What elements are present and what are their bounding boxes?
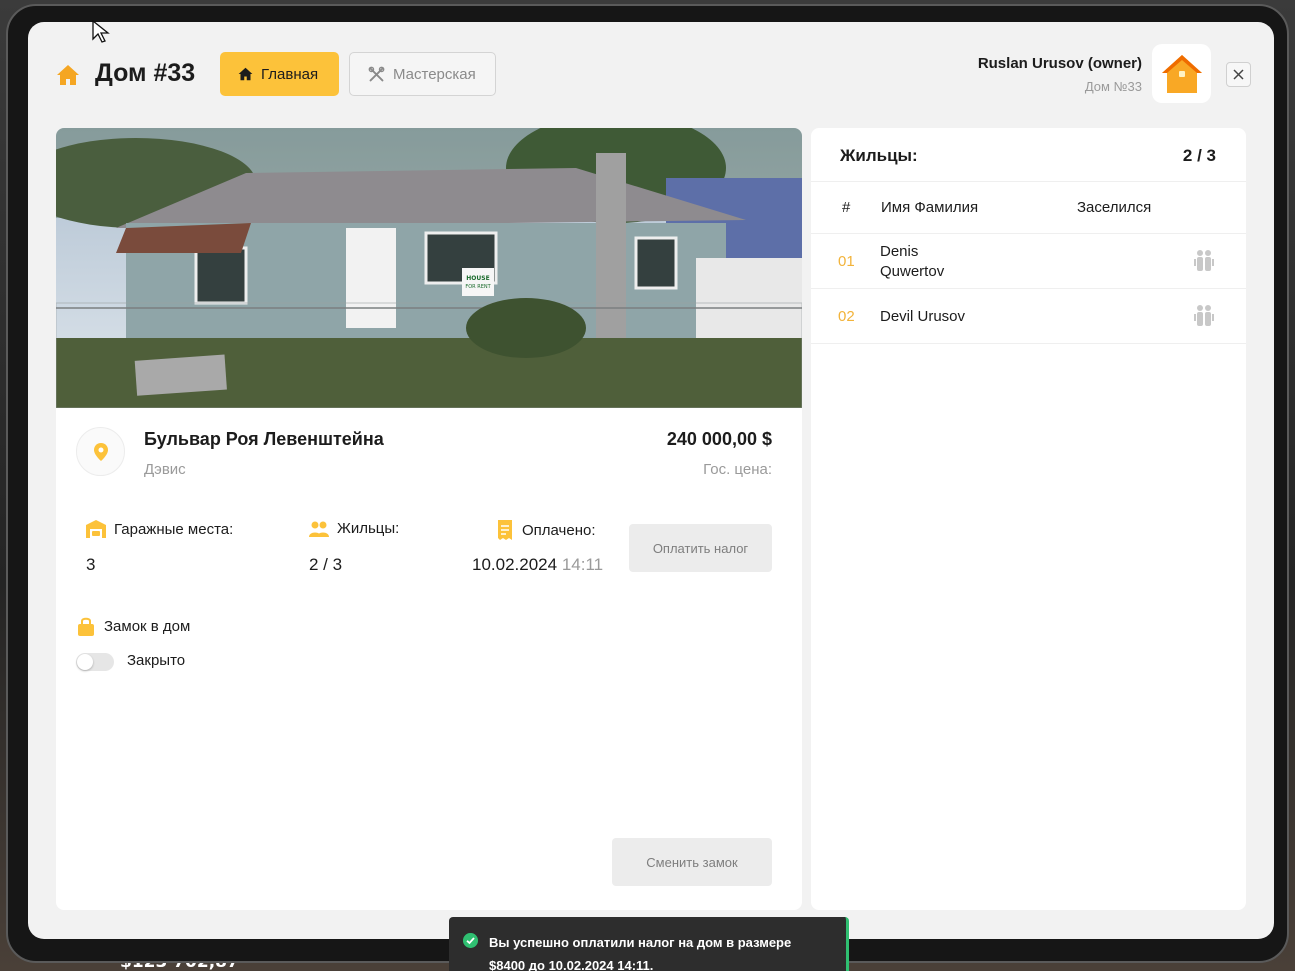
owner-house-number: Дом №33 [1084,79,1142,94]
garage-icon [86,520,106,538]
paid-date: 10.02.2024 [472,555,558,574]
change-lock-button[interactable]: Сменить замок [612,838,772,886]
tab-workshop-label: Мастерская [393,65,476,83]
residents-value: 2 / 3 [309,555,343,574]
avatar [1152,44,1211,103]
col-moved-in: Заселился [1077,199,1152,216]
resident-full-name: Devil Urusov [880,308,966,325]
receipt-icon [498,520,512,540]
house-price: 240 000,00 $ [666,429,772,449]
paid-label-text: Оплачено: [522,521,596,539]
toast-line-1: Вы успешно оплатили налог на дом в разме… [489,935,792,950]
toast-line-2: $8400 до 10.02.2024 14:11. [489,958,654,971]
residents-stat-label: Жильцы: [309,520,399,537]
resident-first-name: Denis [880,243,919,260]
page-title: Дом #33 [95,59,196,87]
evict-icon[interactable] [1192,249,1216,273]
people-icon [309,521,329,537]
paid-time: 14:11 [561,555,604,574]
location-marker [76,427,125,476]
price-label: Гос. цена: [703,461,772,478]
table-row: 02 Devil Urusov [811,289,1246,344]
residents-label-text: Жильцы: [337,520,400,537]
success-toast: Вы успешно оплатили налог на дом в разме… [449,917,849,971]
resident-number: 01 [838,253,855,270]
resident-name: Denis Quwertov [880,242,944,282]
paid-stat-label: Оплачено: [496,520,596,540]
garage-value: 3 [86,555,96,574]
house-info-card: HOUSE FOR RENT Бульвар Роя Левенштейна Д… [56,128,802,910]
tab-main[interactable]: Главная [220,52,339,96]
location-pin-icon [93,442,108,461]
lock-state-label: Закрыто [127,652,186,669]
owner-name: Ruslan Urusov (owner) [977,55,1142,72]
lock-section-label: Замок в дом [78,616,190,636]
table-row: 01 Denis Quwertov [811,234,1246,289]
svg-text:FOR RENT: FOR RENT [465,284,491,290]
tab-workshop[interactable]: Мастерская [349,52,496,96]
close-button[interactable] [1226,62,1251,87]
mouse-cursor-icon [92,20,110,43]
check-icon [463,933,478,948]
header: Дом #33 Главная Мастерская Ruslan Urusov… [28,22,1274,122]
close-icon [1233,69,1244,80]
street-name: Бульвар Роя Левенштейна [144,429,384,449]
house-photo: HOUSE FOR RENT [56,128,802,408]
toggle-knob [77,654,93,670]
lock-icon [78,617,94,636]
resident-last-name: Quwertov [880,263,945,280]
district-name: Дэвис [144,461,186,478]
pay-tax-button[interactable]: Оплатить налог [629,524,772,572]
lock-label-text: Замок в дом [104,617,191,635]
house-panel: Дом #33 Главная Мастерская Ruslan Urusov… [28,22,1274,939]
house-icon [57,65,79,85]
house-avatar-icon [1161,54,1202,93]
garage-label-text: Гаражные места: [114,520,234,538]
col-number: # [842,199,851,216]
resident-number: 02 [838,308,855,325]
garage-stat-label: Гаражные места: [86,520,233,538]
lock-toggle[interactable] [76,653,114,671]
residents-title: Жильцы: [840,146,918,165]
residents-table-header: # Имя Фамилия Заселился [811,181,1246,234]
col-name: Имя Фамилия [881,199,979,216]
tools-icon [368,66,385,81]
residents-card: Жильцы: 2 / 3 # Имя Фамилия Заселился 01… [811,128,1246,910]
residents-count: 2 / 3 [1182,146,1216,165]
paid-value: 10.02.2024 14:11 [472,555,603,575]
evict-icon[interactable] [1192,304,1216,328]
resident-name: Devil Urusov [880,307,965,327]
home-icon [238,67,253,81]
tab-main-label: Главная [261,65,319,83]
svg-text:HOUSE: HOUSE [466,275,489,282]
